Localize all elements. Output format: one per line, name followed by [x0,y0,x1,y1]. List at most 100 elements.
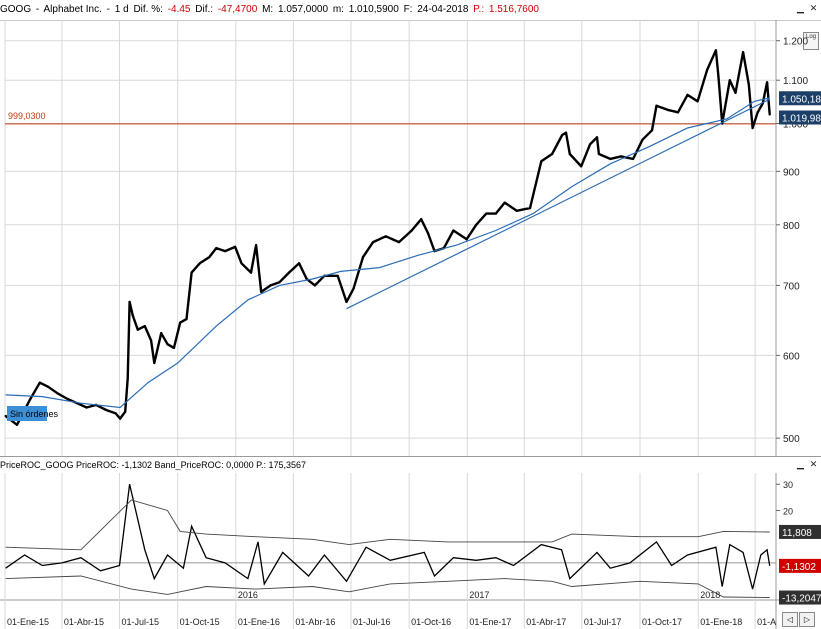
price-point [384,235,387,238]
price-point [650,129,654,132]
price-point [255,244,258,247]
header-min-label: m: [332,4,344,15]
header-p-label: P.: [473,4,485,15]
price-point [465,238,468,241]
x-tick-label: 01-Oct-15 [180,617,220,627]
price-point [361,256,365,259]
header-dif-pct-label: Dif. %: [133,4,163,15]
scroll-right-icon[interactable]: ▷ [799,612,815,627]
x-tick-label: 01-Jul-15 [121,617,159,627]
price-point [485,212,488,215]
price-point [336,274,339,277]
price-point [278,281,281,284]
x-tick-label: 01-Jul-16 [353,617,391,627]
price-point [597,152,601,156]
moving-average-line [5,97,770,409]
roc-value-tag-label: -13,2047 [782,594,821,605]
price-point [66,397,69,401]
price-point [172,346,175,349]
roc-panel: PriceROC_GOOG PriceROC: -1,1302 Band_Pri… [0,456,821,629]
price-point [564,131,568,134]
price-point [372,241,375,244]
last-price-tag-label: 1.019,98 [782,114,821,125]
x-tick-label: 01-Ene-15 [7,617,49,627]
header-dif-label: Dif.: [195,4,214,15]
header-p: 1.516,7600 [488,4,539,15]
header-max: 1.057,0000 [277,4,329,15]
price-point [126,377,129,380]
reference-line-label: 999,0300 [8,111,46,121]
year-label: 2016 [238,590,258,600]
price-y-tick-label: 700 [783,281,800,292]
x-tick-label: 01-Ene-17 [469,617,511,627]
price-point [224,250,227,253]
price-point [475,223,478,226]
year-label: 2018 [700,590,720,600]
header-period: 1 d [114,4,129,15]
price-point [568,152,571,156]
price-point [56,392,59,395]
price-point [766,81,769,84]
price-point [198,262,201,265]
x-tick-label: 01-Ene-18 [700,617,742,627]
price-point [619,155,623,158]
price-point [747,83,750,86]
header-dif: -47,4700 [217,4,258,15]
price-point [655,104,658,107]
price-point [136,328,139,331]
price-point [714,49,718,52]
scroll-buttons: ◁ ▷ [782,612,820,627]
header-date: 24-04-2018 [417,4,469,15]
header-name: Alphabet Inc. [43,4,102,15]
price-point [215,247,218,250]
price-point [667,109,670,112]
price-point [540,160,543,163]
x-tick-label: 01-Abr-17 [526,617,566,627]
price-point [503,201,506,204]
roc-value-tag: -1,1302 [779,558,821,573]
price-series-line [4,49,771,426]
minimize-icon[interactable]: ▁ [795,4,806,15]
price-point [38,381,41,384]
price-point [208,256,211,259]
order-status-label: Sin órdenes [10,409,59,419]
scroll-left-icon[interactable]: ◁ [782,612,798,627]
price-point [240,262,243,265]
price-point [494,212,497,215]
lower-band-line [5,575,770,598]
header-max-label: M: [262,4,274,15]
price-point [756,111,759,114]
price-point [734,91,737,94]
price-chart-header: GOOG - Alphabet Inc. - 1 d Dif. %: -4.45… [0,0,821,21]
price-point [15,423,19,426]
roc-y-tick-label: 30 [783,480,793,490]
price-point [131,314,134,317]
header-symbol: GOOG [0,4,32,15]
price-point [185,318,188,321]
x-tick-label: 01-Ene-16 [238,617,280,627]
price-point [143,325,146,328]
price-y-tick-label: 600 [783,351,800,362]
price-point [190,271,193,274]
price-point [410,229,413,232]
price-point [313,284,316,287]
price-point [751,126,754,130]
last-price-tag: 1.019,98 [779,110,821,125]
price-y-tick-label: 900 [783,167,800,178]
price-y-tick-label: 500 [783,434,800,445]
price-panel: GOOG - Alphabet Inc. - 1 d Dif. %: -4.45… [0,0,821,456]
price-point [551,152,554,156]
close-icon[interactable]: ✕ [808,4,819,15]
order-status-badge: Sin órdenes [7,406,59,421]
price-point [85,406,88,409]
trendline [346,98,770,310]
roc-value-tag-label: 11,808 [782,528,812,539]
price-point [160,332,163,335]
price-point [105,408,108,412]
price-point [515,209,518,212]
price-point [166,343,169,346]
price-point [352,287,355,290]
x-tick-label: 01-Jul-17 [584,617,622,627]
price-point [397,241,401,244]
price-point [4,414,7,418]
